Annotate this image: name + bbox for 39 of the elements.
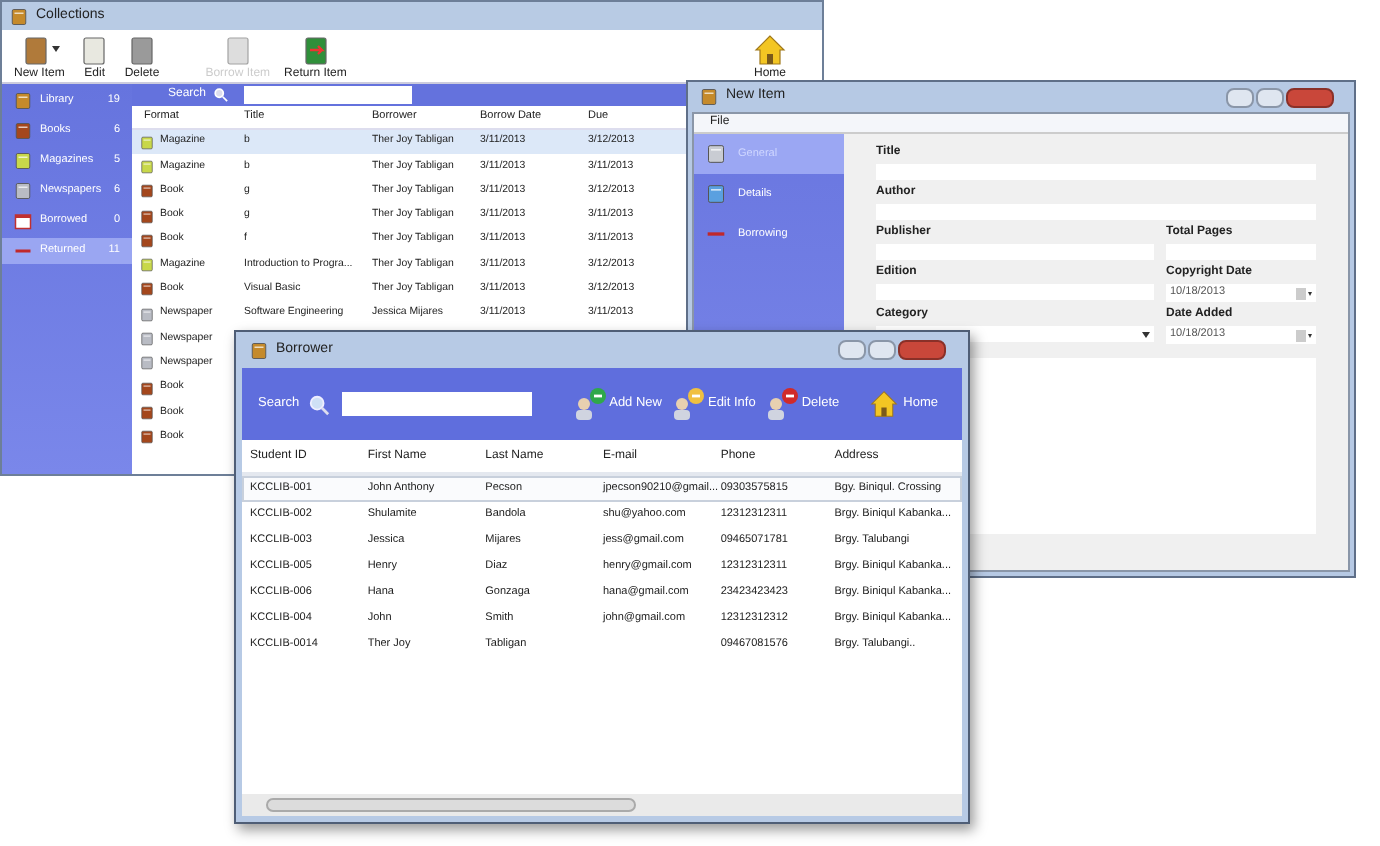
newspaper-icon (140, 356, 154, 371)
document-icon (706, 144, 726, 164)
card-icon (706, 184, 726, 204)
book-icon (140, 209, 154, 224)
newspaper-icon (140, 332, 154, 347)
home-icon (753, 33, 786, 65)
book-icon (140, 184, 154, 199)
book-icon (140, 233, 154, 248)
magazine-icon (140, 159, 154, 174)
magazine-icon (140, 258, 154, 273)
library-icon (250, 341, 268, 359)
magazine-icon (140, 135, 154, 150)
book-icon (140, 381, 154, 396)
close-button[interactable] (1286, 87, 1334, 107)
search-icon (214, 88, 229, 102)
book-icon (140, 405, 154, 420)
home-icon (869, 388, 898, 420)
magazine-icon (14, 152, 32, 170)
maximize-button[interactable] (868, 340, 896, 360)
horizontal-scrollbar[interactable] (242, 794, 962, 816)
library-icon (700, 88, 718, 106)
book-icon (140, 282, 154, 297)
library-icon (14, 92, 32, 110)
search-field[interactable] (244, 86, 413, 104)
minimize-button[interactable] (1226, 87, 1254, 107)
book-icon (14, 122, 32, 140)
person-remove-icon (763, 386, 800, 422)
close-button[interactable] (898, 340, 946, 360)
scrollbar-thumb[interactable] (266, 798, 636, 812)
newspaper-icon (140, 307, 154, 322)
newspaper-icon (14, 182, 32, 200)
minimize-button[interactable] (838, 340, 866, 360)
library-icon (10, 7, 28, 25)
book-icon (140, 430, 154, 445)
caret-icon (51, 46, 60, 52)
maximize-button[interactable] (1256, 87, 1284, 107)
search-icon (307, 393, 330, 415)
search-field[interactable] (341, 392, 532, 416)
caret-icon (1142, 331, 1150, 337)
